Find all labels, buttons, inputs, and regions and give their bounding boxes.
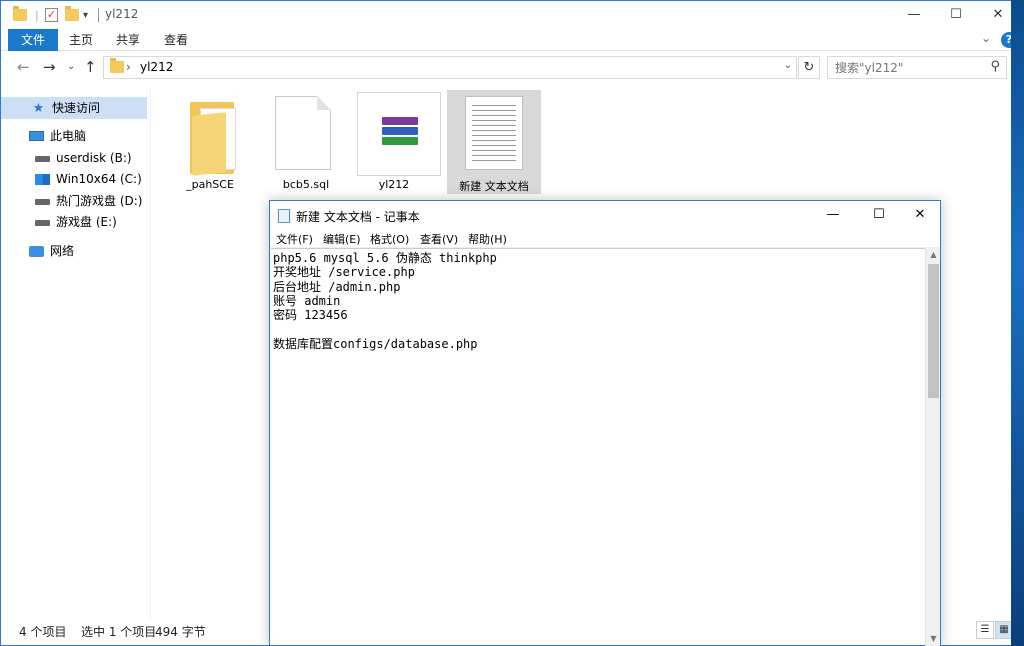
separator: | xyxy=(35,8,39,22)
search-input[interactable] xyxy=(828,57,978,78)
sidebar-item-drive-c[interactable]: Win10x64 (C:) xyxy=(1,168,147,190)
file-name: yl212 xyxy=(378,178,410,191)
tab-view[interactable]: 查看 xyxy=(156,29,196,51)
menu-file[interactable]: 文件(F) xyxy=(276,231,313,247)
star-icon: ★ xyxy=(32,100,45,116)
sidebar-item-this-pc[interactable]: 此电脑 xyxy=(1,125,147,147)
expand-ribbon-icon[interactable]: ⌄ xyxy=(981,31,991,45)
separator xyxy=(98,8,99,22)
minimize-button[interactable]: — xyxy=(891,1,937,29)
scroll-up-icon[interactable]: ▲ xyxy=(926,248,941,262)
sidebar-item-network[interactable]: 网络 xyxy=(1,240,147,262)
menu-edit[interactable]: 编辑(E) xyxy=(323,231,361,247)
tab-home[interactable]: 主页 xyxy=(61,29,101,51)
menu-format[interactable]: 格式(O) xyxy=(370,231,409,247)
text-document-icon xyxy=(465,96,523,170)
navigation-bar: ← → ⌄ ↑ › yl212 ⌄ ↻ ⚲ xyxy=(1,52,1023,82)
sidebar-item-label: Win10x64 (C:) xyxy=(56,172,142,186)
file-tile-sql[interactable]: bcb5.sql xyxy=(259,90,353,194)
drive-icon xyxy=(35,220,50,226)
chevron-down-icon[interactable]: ⌄ xyxy=(784,60,792,71)
chevron-right-icon: › xyxy=(126,60,131,74)
tab-share[interactable]: 共享 xyxy=(108,29,148,51)
refresh-button[interactable]: ↻ xyxy=(798,56,820,79)
notepad-menubar: 文件(F) 编辑(E) 格式(O) 查看(V) 帮助(H) xyxy=(270,230,940,248)
sidebar-item-label: userdisk (B:) xyxy=(56,151,132,165)
network-icon xyxy=(29,245,44,257)
up-arrow-icon[interactable]: ↑ xyxy=(84,58,97,76)
sidebar-item-label: 此电脑 xyxy=(50,129,87,143)
address-bar[interactable]: › yl212 ⌄ xyxy=(103,56,797,79)
details-view-icon[interactable]: ☰ xyxy=(976,621,994,639)
notepad-titlebar: 新建 文本文档 - 记事本 — ☐ ✕ xyxy=(270,201,940,230)
document-icon xyxy=(275,96,331,170)
sidebar-item-quick-access[interactable]: ★ 快速访问 xyxy=(1,97,147,119)
navigation-pane: ★ 快速访问 此电脑 userdisk (B:) Win10x64 (C:) 热… xyxy=(1,89,151,619)
folder-icon xyxy=(190,102,244,176)
folder-icon xyxy=(110,58,124,73)
windows-drive-icon xyxy=(35,173,50,185)
menu-view[interactable]: 查看(V) xyxy=(420,231,458,247)
sidebar-item-label: 热门游戏盘 (D:) xyxy=(56,194,143,208)
drive-icon xyxy=(35,156,50,162)
new-folder-icon[interactable] xyxy=(65,6,79,24)
notepad-maximize-button[interactable]: ☐ xyxy=(858,201,900,230)
winrar-icon xyxy=(382,117,418,149)
tab-file[interactable]: 文件 xyxy=(8,29,58,51)
scrollbar-thumb[interactable] xyxy=(928,264,939,398)
selection-count: 选中 1 个项目 xyxy=(81,625,157,639)
notepad-minimize-button[interactable]: — xyxy=(812,201,854,230)
file-name: _pahSCE xyxy=(186,178,234,191)
sidebar-item-label: 快速访问 xyxy=(52,101,101,115)
sidebar-item-label: 网络 xyxy=(50,244,75,258)
notepad-text-area[interactable]: php5.6 mysql 5.6 伪静态 thinkphp 开奖地址 /serv… xyxy=(271,248,925,646)
properties-icon[interactable]: ✓ xyxy=(45,6,58,24)
explorer-titlebar: | ✓ ▾ yl212 — ☐ ✕ xyxy=(1,1,1023,29)
file-tile-text[interactable]: 新建 文本文档 xyxy=(447,90,541,194)
scroll-down-icon[interactable]: ▼ xyxy=(926,632,941,646)
file-tile-folder[interactable]: _pahSCE xyxy=(163,90,257,194)
folder-icon xyxy=(13,6,27,24)
ribbon: 文件 主页 共享 查看 ⌄ ? xyxy=(1,29,1023,51)
notepad-title: 新建 文本文档 - 记事本 xyxy=(296,210,420,224)
sidebar-item-label: 游戏盘 (E:) xyxy=(56,215,117,229)
search-icon[interactable]: ⚲ xyxy=(990,59,1000,74)
recent-locations-icon[interactable]: ⌄ xyxy=(67,58,75,76)
archive-thumbnail xyxy=(357,92,441,176)
address-path: yl212 xyxy=(140,60,174,74)
search-box[interactable]: ⚲ xyxy=(827,56,1007,79)
vertical-scrollbar[interactable]: ▲ ▼ xyxy=(925,248,940,646)
item-count: 4 个项目 xyxy=(19,625,67,639)
notepad-icon xyxy=(278,209,290,223)
computer-icon xyxy=(29,131,44,141)
file-name: bcb5.sql xyxy=(282,178,330,191)
sidebar-item-drive-d[interactable]: 热门游戏盘 (D:) xyxy=(1,190,147,212)
sidebar-item-drive-b[interactable]: userdisk (B:) xyxy=(1,147,147,169)
notepad-close-button[interactable]: ✕ xyxy=(899,201,941,230)
file-name: 新建 文本文档 xyxy=(459,180,529,193)
customize-toolbar-icon[interactable]: ▾ xyxy=(83,6,88,24)
file-tile-rar[interactable]: yl212 xyxy=(347,90,441,194)
notepad-window: 新建 文本文档 - 记事本 — ☐ ✕ 文件(F) 编辑(E) 格式(O) 查看… xyxy=(269,200,941,646)
forward-arrow-icon[interactable]: → xyxy=(43,58,56,76)
window-title: yl212 xyxy=(105,7,139,21)
menu-help[interactable]: 帮助(H) xyxy=(468,231,507,247)
drive-icon xyxy=(35,199,50,205)
desktop-background xyxy=(1011,0,1024,646)
back-arrow-icon[interactable]: ← xyxy=(17,58,30,76)
maximize-button[interactable]: ☐ xyxy=(933,1,979,29)
sidebar-item-drive-e[interactable]: 游戏盘 (E:) xyxy=(1,211,147,233)
selection-size: 494 字节 xyxy=(155,625,206,639)
